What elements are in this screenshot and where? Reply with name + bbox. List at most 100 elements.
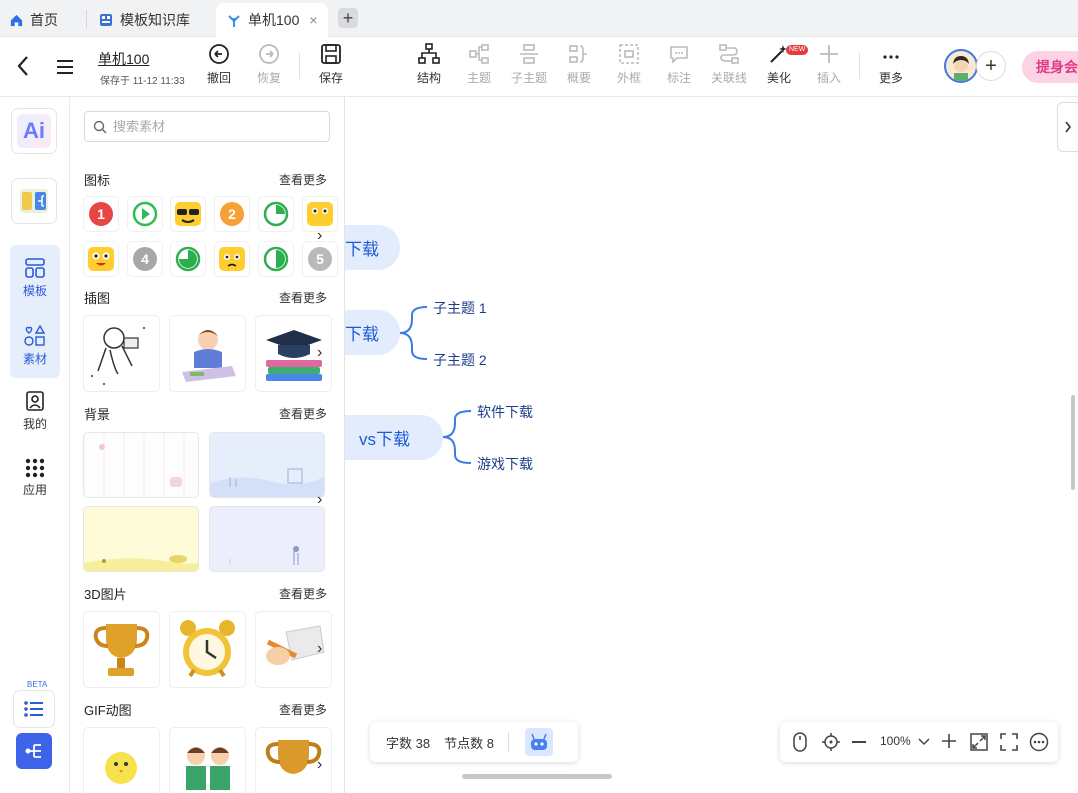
view-more-link[interactable]: 查看更多 <box>279 701 327 718</box>
tab-home[interactable]: 首页 <box>0 3 85 37</box>
more-options-icon[interactable] <box>1029 732 1049 755</box>
view-more-link[interactable]: 查看更多 <box>279 171 327 188</box>
chevron-right-icon[interactable]: › <box>317 640 322 658</box>
locate-icon[interactable] <box>821 732 841 755</box>
home-icon <box>8 12 24 28</box>
summary-button[interactable]: 概要 <box>557 43 601 86</box>
connector-lines <box>399 306 472 464</box>
assistant-icon[interactable] <box>524 728 553 756</box>
trophy-3d-image[interactable] <box>84 612 159 687</box>
insert-button[interactable]: 插入 <box>807 43 851 86</box>
chevron-down-icon[interactable] <box>918 734 930 749</box>
subtopic-node[interactable]: 子主题 1 <box>433 298 487 318</box>
close-icon[interactable]: × <box>309 12 317 28</box>
relation-line-button[interactable]: 关联线 <box>707 43 751 86</box>
boy-studying-illustration[interactable] <box>170 316 245 391</box>
subtopic-button[interactable]: 子主题 <box>507 43 551 86</box>
menu-icon[interactable] <box>55 59 75 78</box>
mouse-mode-icon[interactable] <box>793 732 807 755</box>
number-two-icon[interactable]: 2 <box>215 197 249 231</box>
tab-template-library[interactable]: 模板知识库 <box>88 3 213 37</box>
fit-view-icon[interactable] <box>969 732 989 755</box>
chevron-right-icon[interactable]: › <box>317 227 322 245</box>
topic-node[interactable]: 下载 <box>345 225 400 270</box>
back-icon[interactable] <box>16 55 30 80</box>
ai-button[interactable]: Ai <box>12 109 56 153</box>
background-thumbnail[interactable] <box>210 433 324 497</box>
cool-face-icon[interactable] <box>171 197 205 231</box>
topic-button[interactable]: 主题 <box>457 43 501 86</box>
fullscreen-icon[interactable] <box>999 732 1019 755</box>
outline-view-button[interactable] <box>14 691 54 727</box>
progress-half-icon[interactable] <box>259 242 293 276</box>
background-thumbnail[interactable] <box>84 433 198 497</box>
new-tab-button[interactable]: + <box>338 8 358 28</box>
save-button[interactable]: 保存 <box>309 43 353 86</box>
number-one-icon[interactable]: 1 <box>84 197 118 231</box>
undo-icon <box>209 44 229 64</box>
topic-text: 下载 <box>345 240 379 259</box>
subtopic-node[interactable]: 软件下载 <box>477 402 533 422</box>
expand-right-panel-button[interactable] <box>1057 102 1078 152</box>
alarm-clock-3d-image[interactable] <box>170 612 245 687</box>
search-box[interactable] <box>84 111 330 142</box>
more-button[interactable]: 更多 <box>869 43 913 86</box>
chick-gif[interactable] <box>84 728 159 793</box>
document-title[interactable]: 单机100 <box>98 49 149 69</box>
avatar[interactable] <box>944 49 978 83</box>
sad-face-icon[interactable] <box>215 242 249 276</box>
zoom-in-icon[interactable] <box>941 733 957 752</box>
zoom-level[interactable]: 100% <box>880 734 911 748</box>
mindmap-view-icon <box>25 744 41 758</box>
play-icon[interactable] <box>128 197 162 231</box>
redo-button[interactable]: 恢复 <box>247 43 291 86</box>
topic-node[interactable]: vs下载 <box>345 415 443 460</box>
tab-current-document[interactable]: 单机100 × <box>216 3 328 37</box>
vertical-scrollbar[interactable] <box>1071 395 1075 490</box>
chevron-right-icon[interactable]: › <box>317 491 322 509</box>
progress-quarter-icon[interactable] <box>259 197 293 231</box>
astronaut-illustration[interactable] <box>84 316 159 391</box>
view-more-link[interactable]: 查看更多 <box>279 585 327 602</box>
view-more-link[interactable]: 查看更多 <box>279 405 327 422</box>
number-four-icon[interactable]: 4 <box>128 242 162 276</box>
node-count: 节点数 8 <box>444 735 494 751</box>
mindmap-canvas[interactable]: 下载 下载 vs下载 子主题 1 子主题 2 软件下载 游戏下载 <box>345 97 1078 793</box>
promo-button[interactable]: 提身会 <box>1022 51 1078 83</box>
view-more-link[interactable]: 查看更多 <box>279 289 327 306</box>
summary-icon <box>569 45 587 63</box>
new-badge: NEW <box>786 45 809 55</box>
rail-item-mine[interactable]: 我的 <box>10 390 60 432</box>
progress-three-quarter-icon[interactable] <box>171 242 205 276</box>
template-icon <box>25 258 45 278</box>
beta-label: BETA <box>27 680 48 689</box>
tab-label: 单机100 <box>248 12 300 28</box>
chevron-right-icon[interactable]: › <box>317 344 322 362</box>
frame-button[interactable]: 外框 <box>607 43 651 86</box>
beautify-button[interactable]: 美化 NEW <box>757 43 809 86</box>
search-input[interactable] <box>113 119 313 134</box>
add-collaborator-button[interactable]: + <box>976 51 1006 81</box>
label-button[interactable]: 标注 <box>657 43 701 86</box>
subtopic-node[interactable]: 子主题 2 <box>433 350 487 370</box>
number-five-icon[interactable]: 5 <box>303 242 337 276</box>
subtopic-node[interactable]: 游戏下载 <box>477 454 533 474</box>
mindmap-app-button[interactable] <box>12 179 56 223</box>
chevron-right-icon[interactable]: › <box>317 756 322 774</box>
rail-item-material[interactable]: 素材 <box>10 323 60 367</box>
mindmap-view-button[interactable] <box>16 733 52 769</box>
students-gif[interactable] <box>170 728 245 793</box>
rail-item-apps[interactable]: 应用 <box>10 458 60 498</box>
background-thumbnail[interactable] <box>84 507 198 571</box>
smile-face-icon[interactable] <box>303 197 337 231</box>
svg-text:1: 1 <box>97 206 105 222</box>
rail-label: 素材 <box>22 352 47 366</box>
zoom-out-icon[interactable] <box>852 741 866 743</box>
structure-button[interactable]: 结构 <box>407 43 451 86</box>
horizontal-scrollbar[interactable] <box>462 774 612 779</box>
topic-node[interactable]: 下载 <box>345 310 400 355</box>
undo-button[interactable]: 撤回 <box>197 43 241 86</box>
background-thumbnail[interactable] <box>210 507 324 571</box>
rail-item-template[interactable]: 模板 <box>10 257 60 299</box>
happy-face-icon[interactable] <box>84 242 118 276</box>
